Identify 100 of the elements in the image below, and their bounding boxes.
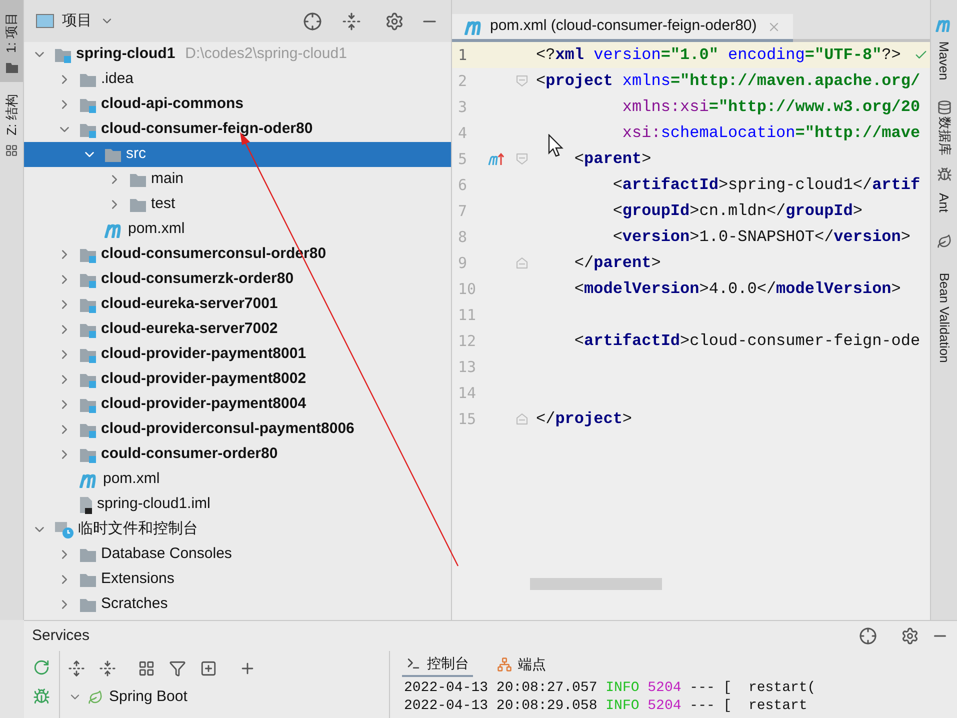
line-number: 15: [457, 408, 478, 430]
line-number: 7: [457, 200, 468, 222]
tree-item-label: 临时文件和控制台: [78, 519, 198, 540]
folder-icon: [129, 196, 147, 212]
tree-item[interactable]: pom.xml: [24, 467, 451, 492]
code-text: <artifactId>cloud-consumer-feign-ode: [574, 331, 920, 352]
tree-item[interactable]: cloud-eureka-server7002: [24, 317, 451, 342]
tree-item-label: cloud-consumerzk-order80: [101, 269, 294, 290]
debug-icon[interactable]: [33, 688, 50, 705]
line-number: 8: [457, 226, 468, 248]
tool-window-tab[interactable]: Maven: [932, 18, 956, 86]
tree-item[interactable]: cloud-api-commons: [24, 92, 451, 117]
tree-item[interactable]: cloud-consumer-feign-oder80: [24, 117, 451, 142]
line-number: 4: [457, 122, 468, 144]
tree-item-label: Scratches: [101, 594, 168, 614]
tree-item[interactable]: could-consumer-order80: [24, 442, 451, 467]
fold-marker-icon[interactable]: [516, 153, 528, 165]
tool-window-tab[interactable]: Bean Validation: [932, 234, 956, 383]
tree-item[interactable]: Spring Boot: [60, 685, 389, 709]
tree-item[interactable]: 临时文件和控制台: [24, 517, 451, 542]
settings-icon[interactable]: [385, 12, 404, 30]
line-number: 1: [457, 44, 468, 66]
settings-icon[interactable]: [901, 627, 919, 645]
collapse-all-icon[interactable]: [99, 660, 116, 676]
module-folder-icon: [79, 296, 97, 312]
tree-item-label: cloud-provider-payment8004: [101, 394, 306, 414]
code-text: <version>1.0-SNAPSHOT</version>: [612, 227, 910, 248]
code-text: <?xml version="1.0" encoding="UTF-8"?>: [536, 45, 901, 66]
tree-item[interactable]: pom.xml: [24, 217, 451, 242]
module-folder-icon: [79, 346, 97, 362]
code-text: xmlns:xsi="http://www.w3.org/20: [622, 97, 920, 118]
filter-icon[interactable]: [169, 660, 186, 676]
collapse-all-icon[interactable]: [342, 12, 361, 30]
line-number: 5: [457, 148, 468, 170]
tool-window-tab[interactable]: 数据库: [932, 100, 956, 153]
tree-item-label: cloud-api-commons: [101, 94, 244, 114]
tree-item[interactable]: cloud-provider-payment8001: [24, 342, 451, 367]
refresh-icon[interactable]: [33, 659, 50, 676]
tree-item-label: src: [126, 144, 146, 164]
tool-window-tab[interactable]: 1: 项目: [0, 0, 23, 82]
line-number: 3: [457, 96, 468, 118]
module-folder-icon: [79, 122, 97, 138]
code-text: <modelVersion>4.0.0</modelVersion>: [574, 279, 901, 300]
maven-icon: [935, 18, 953, 32]
tree-item[interactable]: Database Consoles: [24, 542, 451, 567]
file-icon: [79, 496, 93, 514]
tree-item-label: cloud-provider-payment8001: [101, 344, 306, 364]
line-number: 6: [457, 174, 468, 196]
tree-item[interactable]: test: [24, 192, 451, 217]
code-text: </project>: [536, 409, 632, 430]
tool-window-tab[interactable]: Ant: [932, 167, 956, 220]
tree-item[interactable]: Extensions: [24, 567, 451, 592]
tree-item[interactable]: spring-cloud1.iml: [24, 492, 451, 517]
locate-icon[interactable]: [859, 627, 877, 645]
folder-icon: [79, 546, 97, 562]
add-service-icon[interactable]: [200, 660, 217, 676]
scratch-console-icon: [54, 520, 74, 538]
line-number: 2: [457, 70, 468, 92]
tree-item[interactable]: cloud-provider-payment8004: [24, 392, 451, 417]
tree-item-label: Extensions: [101, 569, 174, 590]
override-marker-icon[interactable]: [488, 152, 504, 166]
fold-end-marker-icon[interactable]: [516, 257, 528, 269]
tree-item[interactable]: cloud-provider-payment8002: [24, 367, 451, 392]
tree-item[interactable]: .idea: [24, 67, 451, 92]
endpoints-icon: [497, 656, 512, 672]
tree-item[interactable]: main: [24, 167, 451, 192]
folder-icon: [79, 572, 97, 588]
tool-window-tab[interactable]: Z: 结构: [0, 82, 23, 165]
tree-item[interactable]: Scratches: [24, 592, 451, 617]
locate-icon[interactable]: [303, 12, 322, 30]
scrollbar-thumb[interactable]: [530, 578, 662, 590]
console-tab[interactable]: 端点: [493, 651, 550, 677]
tree-item-label: cloud-eureka-server7002: [101, 319, 278, 340]
fold-end-marker-icon[interactable]: [516, 413, 528, 425]
tree-item[interactable]: src: [24, 142, 451, 167]
module-folder-icon: [79, 96, 97, 112]
expand-all-icon[interactable]: [68, 660, 85, 676]
log-line: 2022-04-13 20:08:27.057 INFO 5204 --- [ restart(: [404, 679, 817, 697]
tree-item[interactable]: cloud-consumerzk-order80: [24, 267, 451, 292]
mouse-cursor-icon: [548, 134, 564, 158]
tree-item[interactable]: cloud-eureka-server7001: [24, 292, 451, 317]
panel-title[interactable]: 项目: [62, 10, 92, 32]
line-number: 9: [457, 252, 468, 274]
group-icon[interactable]: [138, 660, 155, 676]
code-text: <groupId>cn.mldn</groupId>: [612, 201, 862, 222]
fold-marker-icon[interactable]: [516, 75, 528, 87]
tree-item-label: cloud-provider-payment8002: [101, 369, 306, 390]
tree-item-label: cloud-consumer-feign-oder80: [101, 119, 313, 140]
log-line: 2022-04-13 20:08:29.058 INFO 5204 --- [ restart: [404, 697, 808, 715]
line-number: 10: [457, 278, 478, 300]
tree-item[interactable]: spring-cloud1 D:\codes2\spring-cloud1: [24, 42, 451, 67]
editor-tab[interactable]: pom.xml (cloud-consumer-feign-oder80): [452, 14, 793, 42]
console-tab[interactable]: 控制台: [402, 651, 473, 677]
tree-item-label: pom.xml: [103, 469, 160, 490]
tree-item-label: could-consumer-order80: [101, 444, 278, 464]
module-folder-icon: [79, 446, 97, 462]
panel-title: Services: [32, 626, 90, 646]
tree-item[interactable]: cloud-providerconsul-payment8006: [24, 417, 451, 442]
tree-item-label: pom.xml: [128, 219, 185, 240]
tree-item-label: test: [151, 194, 176, 214]
